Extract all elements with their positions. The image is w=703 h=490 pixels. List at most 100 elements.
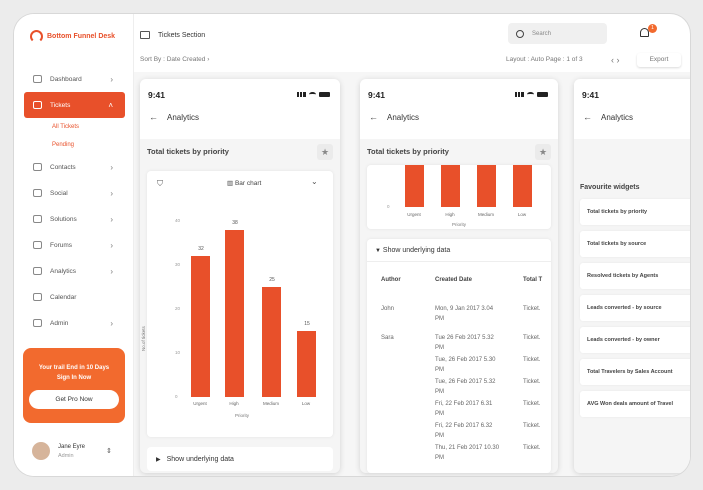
sidebar-item-contacts[interactable]: Contacts › bbox=[24, 154, 125, 180]
widget-item[interactable]: Leads converted - by owner bbox=[580, 327, 690, 353]
chevron-right-icon: › bbox=[110, 266, 113, 276]
underlying-data-card: ▼ Show underlying data Author Created Da… bbox=[367, 239, 551, 473]
table-header-author: Author bbox=[381, 277, 401, 283]
table-cell-date: PM bbox=[435, 316, 444, 322]
widget-item[interactable]: Total Travelers by Sales Account bbox=[580, 359, 690, 385]
sidebar-item-label: Analytics bbox=[50, 267, 77, 275]
bar[interactable] bbox=[405, 165, 424, 207]
back-arrow-icon[interactable]: ← bbox=[583, 112, 592, 122]
table-cell-total: Ticket. bbox=[523, 423, 541, 429]
widget-item[interactable]: Leads converted - by source bbox=[580, 295, 690, 321]
sidebar: Bottom Funnel Desk Dashboard › Tickets ˄ A… bbox=[14, 14, 134, 476]
signal-icon bbox=[297, 92, 306, 97]
bar[interactable] bbox=[513, 165, 532, 207]
y-axis-label: No.of tickets bbox=[141, 326, 146, 351]
x-axis-label: Priority bbox=[452, 222, 467, 227]
table-cell-total: Ticket. bbox=[523, 306, 541, 312]
back-arrow-icon[interactable]: ← bbox=[369, 112, 378, 122]
sidebar-subitem-pending[interactable]: Pending bbox=[24, 136, 125, 154]
table-header-total: Total T bbox=[523, 277, 543, 283]
notification-badge: 1 bbox=[648, 24, 657, 33]
bar[interactable] bbox=[191, 256, 210, 397]
divider bbox=[367, 261, 551, 262]
chevron-left-icon[interactable]: ‹ bbox=[611, 55, 614, 65]
bar[interactable] bbox=[441, 165, 460, 207]
notifications-button[interactable]: 1 bbox=[636, 24, 657, 42]
bar[interactable] bbox=[477, 165, 496, 207]
x-tick-label: Low bbox=[301, 401, 311, 406]
status-icons bbox=[297, 92, 330, 97]
widget-item[interactable]: Resolved tickets by Agents bbox=[580, 263, 690, 289]
table-cell-date: PM bbox=[435, 455, 444, 461]
contacts-icon bbox=[33, 163, 42, 171]
phone-preview-2: 9:41 ← Analytics Total tickets by priori… bbox=[360, 79, 558, 473]
table-cell-date: Fri, 22 Feb 2017 6.32 bbox=[435, 423, 493, 429]
chevron-right-icon: › bbox=[110, 162, 113, 172]
chevron-right-icon: › bbox=[110, 214, 113, 224]
layout-label[interactable]: Layout : Auto bbox=[506, 56, 544, 63]
show-data-label: Show underlying data bbox=[166, 455, 234, 463]
y-tick-label: 40 bbox=[175, 218, 181, 223]
table-cell-total: Ticket. bbox=[523, 379, 541, 385]
bar-chart-partial: 0 Urgent High Medium Low Priority bbox=[367, 165, 551, 229]
signal-icon bbox=[515, 92, 524, 97]
sidebar-item-label: Social bbox=[50, 189, 68, 197]
sidebar-item-admin[interactable]: Admin › bbox=[24, 310, 125, 336]
chevron-right-icon: › bbox=[110, 318, 113, 328]
status-time: 9:41 bbox=[148, 90, 166, 100]
promo-signin-text[interactable]: Sign In Now bbox=[23, 373, 125, 383]
sidebar-item-calendar[interactable]: Calendar bbox=[24, 284, 125, 310]
bar-value-label: 38 bbox=[232, 219, 238, 226]
widget-item[interactable]: Total tickets by priority bbox=[580, 199, 690, 225]
x-tick-label: Medium bbox=[262, 401, 279, 406]
chevron-up-icon: ˄ bbox=[108, 100, 113, 110]
headset-icon bbox=[30, 30, 43, 43]
battery-icon bbox=[319, 92, 330, 97]
show-data-toggle-open[interactable]: ▼ Show underlying data bbox=[375, 247, 450, 254]
bar[interactable] bbox=[225, 229, 244, 397]
sidebar-subitem-all-tickets[interactable]: All Tickets bbox=[24, 118, 125, 136]
sidebar-item-social[interactable]: Social › bbox=[24, 180, 125, 206]
screen-title: Analytics bbox=[167, 113, 200, 122]
chevron-right-icon[interactable]: › bbox=[617, 55, 620, 65]
bar-value-label: 32 bbox=[198, 246, 204, 253]
wifi-icon bbox=[309, 92, 316, 97]
widget-item[interactable]: AVG Won deals amount of Travel bbox=[580, 391, 690, 417]
x-tick-label: High bbox=[229, 401, 239, 406]
widget-item[interactable]: Total tickets by source bbox=[580, 231, 690, 257]
toolbar: Sort By : Date Created › Layout : Auto P… bbox=[134, 53, 690, 70]
favourite-star-icon[interactable]: ★ bbox=[317, 144, 333, 160]
solutions-icon bbox=[33, 215, 42, 223]
sidebar-item-label: Tickets bbox=[50, 101, 71, 109]
sidebar-item-solutions[interactable]: Solutions › bbox=[24, 206, 125, 232]
sidebar-item-forums[interactable]: Forums › bbox=[24, 232, 125, 258]
back-arrow-icon[interactable]: ← bbox=[149, 112, 158, 122]
bar[interactable] bbox=[262, 287, 281, 397]
table-cell-date: PM bbox=[435, 433, 444, 439]
ticket-icon bbox=[140, 31, 150, 39]
user-profile[interactable]: Jane Eyre Admin bbox=[32, 442, 85, 460]
export-button[interactable]: Export bbox=[637, 53, 681, 67]
phone-header: 9:41 ← Analytics bbox=[574, 79, 690, 139]
show-data-toggle[interactable]: ▶ Show underlying data bbox=[147, 447, 333, 471]
favourites-title: Favourite widgets bbox=[580, 184, 640, 191]
sidebar-item-label: Calendar bbox=[50, 293, 77, 301]
sort-dropdown[interactable]: Sort By : Date Created › bbox=[140, 56, 209, 63]
table-cell-date: PM bbox=[435, 411, 444, 417]
table-cell-total: Ticket. bbox=[523, 357, 541, 363]
get-pro-button[interactable]: Get Pro Now bbox=[29, 390, 119, 409]
search-input[interactable]: Search bbox=[508, 23, 607, 44]
sidebar-item-tickets[interactable]: Tickets ˄ bbox=[24, 92, 125, 118]
chevron-updown-icon[interactable]: ⇕ bbox=[106, 447, 112, 455]
phone-preview-3: 9:41 ← Analytics Favourite widgets Total… bbox=[574, 79, 690, 473]
sidebar-item-dashboard[interactable]: Dashboard › bbox=[24, 66, 125, 92]
favourite-star-icon[interactable]: ★ bbox=[535, 144, 551, 160]
x-tick-label: High bbox=[445, 212, 455, 217]
bar[interactable] bbox=[297, 331, 316, 397]
brand-logo[interactable]: Bottom Funnel Desk bbox=[30, 30, 115, 43]
pagination-arrows[interactable]: ‹ › bbox=[611, 55, 620, 65]
y-tick-label: 0 bbox=[387, 204, 390, 209]
card-title: Total tickets by priority bbox=[367, 147, 449, 156]
search-placeholder: Search bbox=[532, 30, 552, 37]
sidebar-item-analytics[interactable]: Analytics › bbox=[24, 258, 125, 284]
